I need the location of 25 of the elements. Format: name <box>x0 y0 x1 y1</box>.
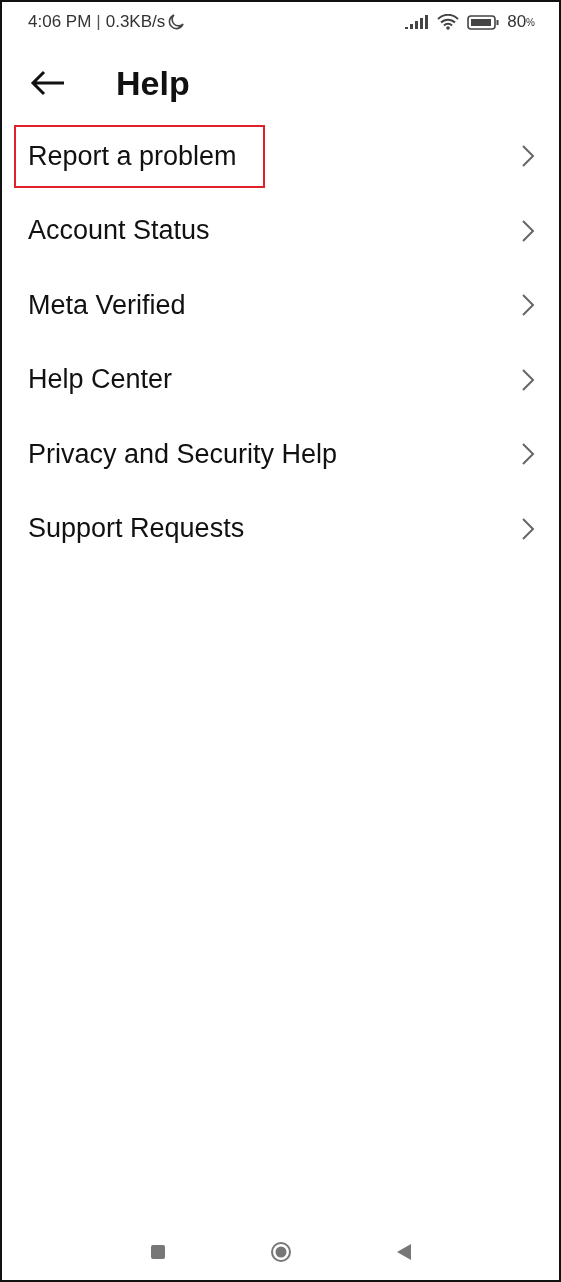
network-speed: 0.3KB/s <box>105 12 166 32</box>
chevron-icon <box>521 293 535 318</box>
chevron-icon <box>521 442 535 467</box>
back-nav-button[interactable] <box>395 1243 412 1261</box>
battery-icon <box>467 14 500 30</box>
highlight-frame: Account Status <box>14 199 238 263</box>
highlight-frame: Help Center <box>14 348 201 412</box>
chevron-icon <box>521 144 535 168</box>
wifi-icon <box>437 14 460 30</box>
recents-button[interactable] <box>149 1244 166 1260</box>
status-time: 4:06 PM <box>28 12 92 32</box>
chevron-icon <box>521 367 535 392</box>
highlight-frame: Support Requests <box>14 497 273 561</box>
battery-level: 80 <box>507 12 527 32</box>
chevron-icon <box>521 218 535 243</box>
signal-icon <box>405 15 430 29</box>
page-title: Help <box>116 63 190 103</box>
highlight-frame: Meta Verified <box>14 273 214 337</box>
percent-sign: % <box>526 16 535 28</box>
chevron-icon <box>521 516 535 541</box>
highlight-frame: Privacy and Security Help <box>14 422 366 486</box>
highlight-frame: Report a problem <box>14 124 265 188</box>
status-separator: | <box>96 12 101 32</box>
home-button[interactable] <box>269 1241 292 1263</box>
moon-icon <box>168 14 185 30</box>
